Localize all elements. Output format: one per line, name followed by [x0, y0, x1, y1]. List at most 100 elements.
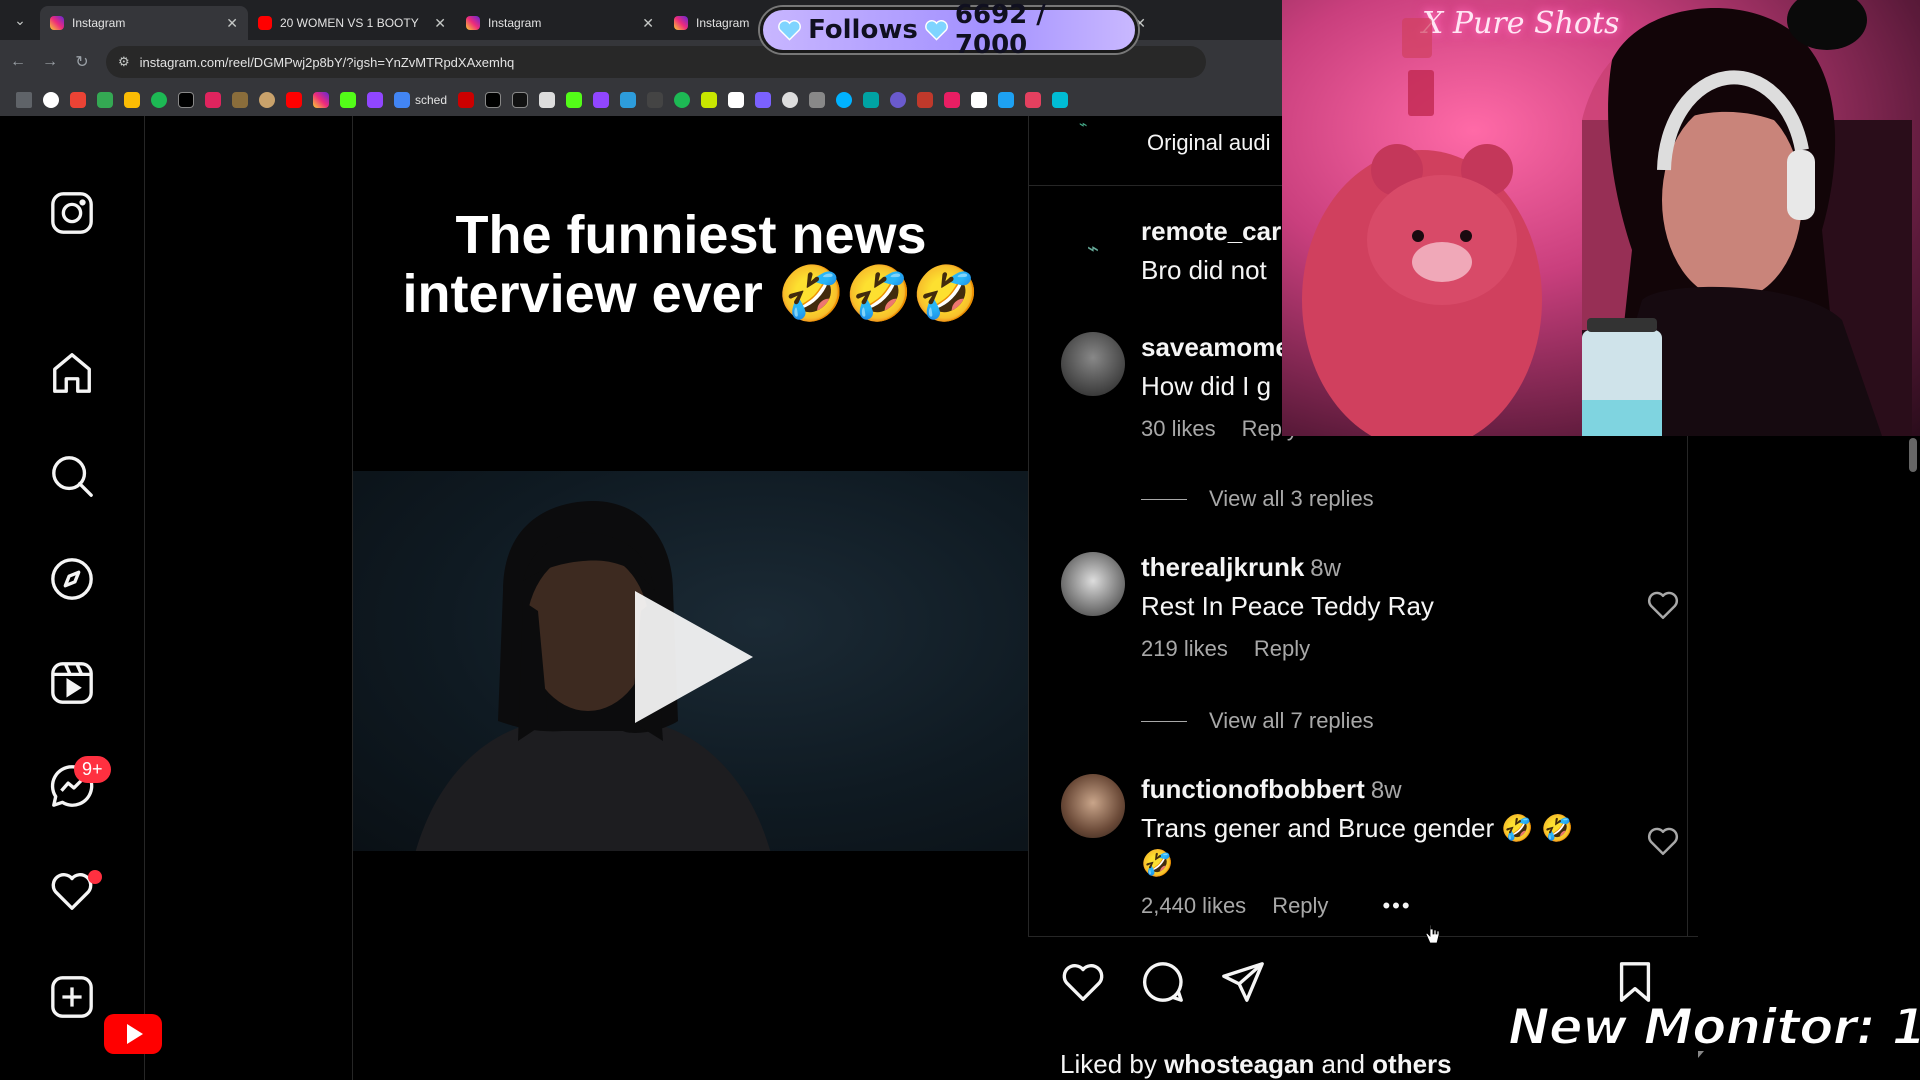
- twitch-icon[interactable]: [593, 92, 610, 108]
- browser-tab[interactable]: Instagram ✕: [40, 6, 248, 40]
- reel-viewer[interactable]: The funniest news interview ever 🤣🤣🤣: [352, 116, 1029, 1080]
- bookmark-icon[interactable]: [259, 92, 275, 108]
- comment-likes[interactable]: 2,440 likes: [1141, 893, 1246, 919]
- kick-icon[interactable]: [340, 92, 356, 108]
- bookmark-icon[interactable]: [755, 92, 772, 108]
- bookmark-icon[interactable]: [620, 92, 637, 108]
- drive-icon[interactable]: [124, 92, 140, 108]
- bookmark-label: sched: [415, 93, 448, 107]
- bookmark-icon[interactable]: [1025, 92, 1042, 108]
- view-replies-label: View all 7 replies: [1209, 708, 1374, 733]
- browser-tab[interactable]: 20 WOMEN VS 1 BOOTY ✕: [248, 6, 456, 40]
- back-icon[interactable]: ←: [4, 53, 32, 71]
- bookmark-folder[interactable]: sched: [394, 92, 447, 108]
- youtube-icon[interactable]: [286, 92, 302, 108]
- bookmark-icon[interactable]: [890, 92, 907, 108]
- spotify-icon[interactable]: [151, 92, 167, 108]
- ig-sidebar: 9+: [0, 116, 162, 1080]
- apps-grid-icon[interactable]: [16, 92, 32, 108]
- bookmark-icon[interactable]: [809, 92, 826, 108]
- search-icon[interactable]: [47, 451, 97, 501]
- reply-button[interactable]: Reply: [1272, 893, 1328, 919]
- bookmark-icon[interactable]: [863, 92, 880, 108]
- bookmark-icon[interactable]: [917, 92, 934, 108]
- play-button-icon[interactable]: [635, 591, 753, 723]
- reload-icon[interactable]: ↻: [68, 52, 96, 72]
- more-options-icon[interactable]: •••: [1382, 893, 1411, 919]
- bookmark-icon[interactable]: [674, 92, 691, 108]
- bookmark-icon[interactable]: [367, 92, 383, 108]
- bookmark-icon[interactable]: [944, 92, 961, 108]
- bookmark-icon[interactable]: [539, 92, 556, 108]
- reel-caption: The funniest news interview ever 🤣🤣🤣: [402, 205, 980, 324]
- bookmark-icon[interactable]: [836, 92, 853, 108]
- close-tab-icon[interactable]: ✕: [434, 15, 446, 32]
- comment-username[interactable]: remote_car: [1141, 216, 1281, 246]
- bookmark-icon[interactable]: [998, 92, 1015, 108]
- comment-username[interactable]: saveamome: [1141, 332, 1290, 362]
- gmail-icon[interactable]: [70, 92, 86, 108]
- like-heart-icon[interactable]: [1060, 959, 1106, 1005]
- bookmark-icon[interactable]: [1052, 92, 1069, 108]
- create-icon[interactable]: [47, 972, 97, 1022]
- youtube-icon: [258, 16, 272, 30]
- comment-likes[interactable]: 219 likes: [1141, 636, 1228, 662]
- view-replies-button[interactable]: View all 3 replies: [1141, 486, 1374, 512]
- like-comment-heart-icon[interactable]: [1646, 588, 1680, 622]
- avatar[interactable]: [1061, 774, 1125, 838]
- view-replies-button[interactable]: View all 7 replies: [1141, 708, 1374, 734]
- share-send-icon[interactable]: [1220, 959, 1266, 1005]
- maps-icon[interactable]: [97, 92, 113, 108]
- scrollbar-thumb[interactable]: [1909, 438, 1917, 472]
- x-icon[interactable]: [485, 92, 502, 108]
- browser-tab[interactable]: Instagram ✕: [456, 6, 664, 40]
- bookmark-icon[interactable]: [458, 92, 475, 108]
- audio-avatar-icon: ⌁: [1079, 116, 1088, 132]
- bookmark-icon[interactable]: [782, 92, 799, 108]
- reel-video-thumbnail[interactable]: [353, 471, 1029, 851]
- wall-poster: [1758, 2, 1917, 107]
- site-info-icon[interactable]: ⚙: [118, 54, 130, 70]
- follows-label: Follows: [808, 15, 918, 45]
- reply-button[interactable]: Reply: [1254, 636, 1310, 662]
- view-replies-label: View all 3 replies: [1209, 486, 1374, 511]
- x-icon[interactable]: [178, 92, 194, 108]
- home-icon[interactable]: [47, 348, 97, 398]
- notification-dot: [88, 870, 102, 884]
- comment-icon[interactable]: [1140, 959, 1186, 1005]
- bookmark-icon[interactable]: [728, 92, 745, 108]
- messages-badge: 9+: [74, 756, 111, 783]
- comment-likes[interactable]: 30 likes: [1141, 416, 1216, 442]
- bookmark-icon[interactable]: [232, 92, 248, 108]
- instagram-icon[interactable]: [313, 92, 329, 108]
- instagram-logo-icon[interactable]: [47, 188, 97, 238]
- liked-by-prefix: Liked by: [1060, 1049, 1165, 1079]
- bookmark-icon[interactable]: [205, 92, 221, 108]
- close-tab-icon[interactable]: ✕: [226, 15, 238, 32]
- tab-list-dropdown-icon[interactable]: ⌄: [0, 0, 40, 40]
- youtube-logo-icon: [104, 1014, 162, 1054]
- avatar[interactable]: [1061, 552, 1125, 616]
- comment-username[interactable]: functionofbobbert: [1141, 774, 1365, 804]
- avatar[interactable]: [1061, 332, 1125, 396]
- original-audio-link[interactable]: Original audi: [1147, 130, 1271, 156]
- explore-icon[interactable]: [47, 554, 97, 604]
- google-icon[interactable]: [43, 92, 59, 108]
- kick-icon[interactable]: [566, 92, 583, 108]
- bookmark-icon[interactable]: [701, 92, 718, 108]
- like-comment-heart-icon[interactable]: [1646, 824, 1680, 858]
- liked-by-others-link[interactable]: others: [1372, 1049, 1451, 1079]
- reels-icon[interactable]: [47, 658, 97, 708]
- tiktok-icon[interactable]: [512, 92, 529, 108]
- liked-by-and: and: [1314, 1049, 1373, 1079]
- tab-title: 20 WOMEN VS 1 BOOTY: [280, 16, 419, 30]
- comment-username[interactable]: therealjkrunk: [1141, 552, 1304, 582]
- forward-icon[interactable]: →: [36, 53, 64, 71]
- comment-text: Trans gener and Bruce gender 🤣 🤣 🤣: [1141, 813, 1574, 878]
- bookmark-icon[interactable]: [971, 92, 988, 108]
- avatar[interactable]: ⌁: [1061, 216, 1125, 280]
- calendar-icon: [394, 92, 410, 108]
- liked-by-user-link[interactable]: whosteagan: [1164, 1049, 1314, 1079]
- close-tab-icon[interactable]: ✕: [642, 15, 654, 32]
- bookmark-icon[interactable]: [647, 92, 664, 108]
